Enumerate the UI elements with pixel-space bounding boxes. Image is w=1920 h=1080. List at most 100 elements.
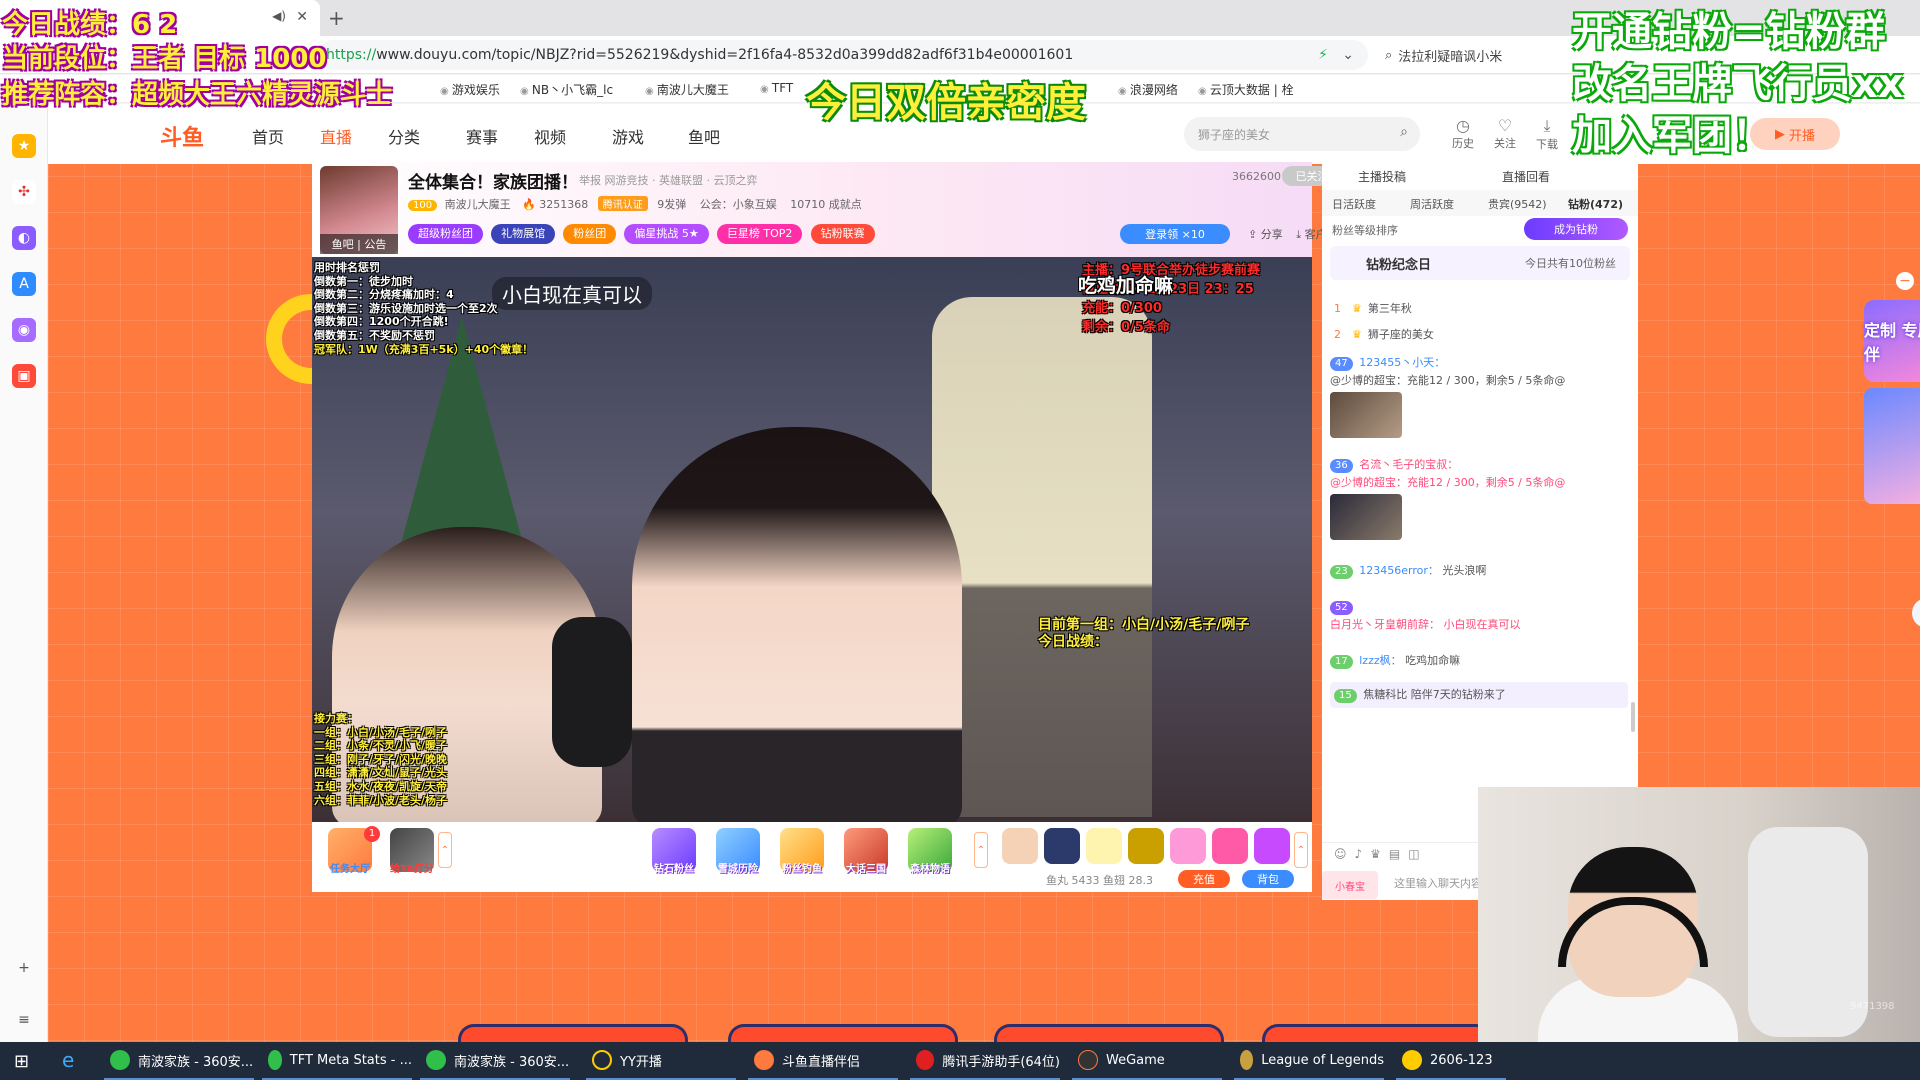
tab-vip[interactable]: 贵宾(9542) <box>1488 196 1547 212</box>
bottom-banner-button[interactable] <box>994 1024 1224 1042</box>
nav-video[interactable]: 视频 <box>534 124 566 148</box>
bookmark-item[interactable]: 浪漫网络 <box>1118 81 1178 98</box>
chevron-down-icon[interactable]: ⌄ <box>1342 47 1354 63</box>
taskbar-item[interactable]: 腾讯手游助手(64位) <box>910 1042 1060 1080</box>
taskbar-item[interactable]: TFT Meta Stats - ... <box>262 1042 412 1080</box>
tab-weekly-active[interactable]: 周活跃度 <box>1410 196 1454 212</box>
star-challenge-badge[interactable]: 偏星挑战 5★ <box>624 224 709 244</box>
expand-gifts-button[interactable]: ⌃ <box>1294 832 1308 868</box>
collapse-icon[interactable]: − <box>1896 272 1914 290</box>
custom-companion-card[interactable]: 定制 专属陪伴 <box>1864 300 1920 382</box>
gift-icon[interactable] <box>1086 828 1122 864</box>
xiaochun-badge[interactable]: 小春宝 <box>1322 871 1378 899</box>
star-icon[interactable]: ★ <box>12 134 36 158</box>
login-reward-button[interactable]: 登录领 ×10 <box>1120 224 1230 244</box>
taskbar-item[interactable]: 斗鱼直播伴侣 <box>748 1042 898 1080</box>
close-tab-icon[interactable]: ✕ <box>296 9 308 25</box>
rank-row[interactable]: 2 ♛ 狮子座的美女 <box>1334 322 1624 346</box>
mute-icon[interactable]: ◀) <box>272 9 286 23</box>
gift-icon[interactable] <box>1212 828 1248 864</box>
avatar-links[interactable]: 鱼吧 | 公告 <box>320 234 398 254</box>
star-rank-badge[interactable]: 巨星榜 TOP2 <box>716 224 803 244</box>
taskbar-item[interactable]: 2606-123 <box>1396 1042 1506 1080</box>
guild-name[interactable]: 公会：小象互娱 <box>700 198 777 211</box>
gift-icon[interactable] <box>1002 828 1038 864</box>
chat-image[interactable] <box>1330 494 1402 540</box>
nav-home[interactable]: 首页 <box>252 124 284 148</box>
site-search-input[interactable]: 狮子座的美女 ⌕ <box>1184 117 1420 151</box>
nav-events[interactable]: 赛事 <box>466 124 498 148</box>
ai-icon[interactable]: ◐ <box>12 226 36 250</box>
windows-start-icon[interactable]: ⊞ <box>14 1051 29 1072</box>
chat-message[interactable]: 52 白月光丶牙皇朝前辞： 小白现在真可以 <box>1330 598 1628 634</box>
anniversary-banner[interactable]: 钻粉纪念日 今日共有10位粉丝 <box>1330 246 1630 280</box>
chat-user[interactable]: 123456error： <box>1359 564 1439 577</box>
tab-diamond-fans[interactable]: 钻粉(472) <box>1568 196 1623 212</box>
chat-user[interactable]: lzzz枫： <box>1359 654 1401 667</box>
chat-message[interactable]: 17 lzzz枫： 吃鸡加命嘛 <box>1330 652 1628 670</box>
gift-icon[interactable] <box>1170 828 1206 864</box>
chat-image[interactable] <box>1330 392 1402 438</box>
chat-message[interactable]: 47 123455丶小天： @少博的超宝：充能12 / 300，剩余5 / 5条… <box>1330 354 1628 440</box>
chat-tools-icons[interactable]: ☺♪♛▤◫ <box>1334 847 1428 861</box>
tab-daily-active[interactable]: 日活跃度 <box>1332 196 1376 212</box>
chat-user[interactable]: 白月光丶牙皇朝前辞： <box>1330 618 1440 631</box>
follow-list-button[interactable]: ♡ 关注 <box>1488 116 1522 151</box>
become-fan-button[interactable]: 成为钻粉 <box>1524 218 1628 240</box>
taskbar-item[interactable]: WeGame <box>1072 1042 1222 1080</box>
chat-message[interactable]: 23 123456error： 光头浪啊 <box>1330 562 1628 580</box>
expand-games-button[interactable]: ⌃ <box>974 832 988 868</box>
gift-icon[interactable] <box>1044 828 1080 864</box>
download-button[interactable]: ⤓ 下载 <box>1530 116 1564 152</box>
taskbar-item[interactable]: YY开播 <box>586 1042 736 1080</box>
nav-category[interactable]: 分类 <box>388 124 420 148</box>
search-icon[interactable]: ⌕ <box>1400 124 1408 140</box>
bottom-banner-button[interactable] <box>458 1024 688 1042</box>
gift-icon[interactable] <box>1254 828 1290 864</box>
rank-row[interactable]: 1 ♛ 第三年秋 <box>1334 296 1624 320</box>
chat-message[interactable]: 15 焦糖科比 陪伴7天的钻粉来了 <box>1330 682 1628 708</box>
translate-button[interactable]: 译 <box>1912 598 1920 628</box>
video-player[interactable]: 用时排名惩罚 倒数第一：徒步加时 倒数第二：分烧疼痛加时：4 倒数第三：游乐设施… <box>312 257 1312 822</box>
nav-yuba[interactable]: 鱼吧 <box>688 124 720 148</box>
url-input[interactable]: https:// www.douyu.com/topic/NBJZ?rid=55… <box>318 40 1368 70</box>
fan-club-badge[interactable]: 粉丝团 <box>563 224 617 244</box>
douyu-logo[interactable]: 斗鱼 <box>160 120 204 152</box>
history-button[interactable]: ◷ 历史 <box>1446 116 1480 151</box>
tab-anchor-posts[interactable]: 主播投稿 <box>1358 168 1406 185</box>
nav-live[interactable]: 直播 <box>320 124 352 148</box>
gift-hall-badge[interactable]: 礼物展馆 <box>491 224 556 244</box>
bookmark-item[interactable]: TFT <box>760 81 793 95</box>
taskbar-item[interactable]: 南波家族 - 360安... <box>104 1042 254 1080</box>
bottom-banner-button[interactable] <box>1262 1024 1492 1042</box>
bot-icon[interactable]: ◉ <box>12 318 36 342</box>
tab-replay[interactable]: 直播回看 <box>1502 168 1550 185</box>
diamond-league-badge[interactable]: 钻粉联赛 <box>810 224 875 244</box>
chat-user[interactable]: 123455丶小天： <box>1359 356 1445 369</box>
recharge-button[interactable]: 充值 <box>1178 870 1230 888</box>
apps-icon[interactable]: ✣ <box>12 180 36 204</box>
chat-message[interactable]: 36 名流丶毛子的宝叔： @少博的超宝：充能12 / 300，剩余5 / 5条命… <box>1330 456 1628 542</box>
backpack-button[interactable]: 背包 <box>1242 870 1294 888</box>
chat-scrollbar[interactable] <box>1631 702 1635 732</box>
ai-assistant-icon[interactable]: A <box>12 272 36 296</box>
bookmark-item[interactable]: 游戏娱乐 <box>440 81 500 98</box>
room-tags[interactable]: 举报 网游竞技 · 英雄联盟 · 云顶之弈 <box>579 172 757 188</box>
taskbar-item[interactable]: League of Legends <box>1234 1042 1384 1080</box>
bookmark-item[interactable]: NB丶小飞霸_lc <box>520 81 613 98</box>
expand-left-button[interactable]: ⌃ <box>438 832 452 868</box>
bookmark-item[interactable]: 云顶大数据 | 栓 <box>1198 81 1294 98</box>
super-fan-badge[interactable]: 超级粉丝团 <box>408 224 483 244</box>
promo-card[interactable] <box>1864 388 1920 504</box>
gift-icon[interactable] <box>1128 828 1164 864</box>
lightning-icon[interactable]: ⚡ <box>1318 47 1328 63</box>
bookmark-item[interactable]: 南波儿大魔王 <box>645 81 729 98</box>
list-icon[interactable]: ≡ <box>12 1008 36 1032</box>
nav-games[interactable]: 游戏 <box>612 124 644 148</box>
bottom-banner-button[interactable] <box>728 1024 958 1042</box>
browser-search[interactable]: ⌕ 法拉利疑暗讽小米 <box>1385 40 1585 70</box>
anchor-name[interactable]: 南波儿大魔王 <box>445 198 511 211</box>
add-icon[interactable]: + <box>12 956 36 980</box>
new-tab-button[interactable]: + <box>328 6 345 30</box>
chat-user[interactable]: 名流丶毛子的宝叔： <box>1359 458 1458 471</box>
